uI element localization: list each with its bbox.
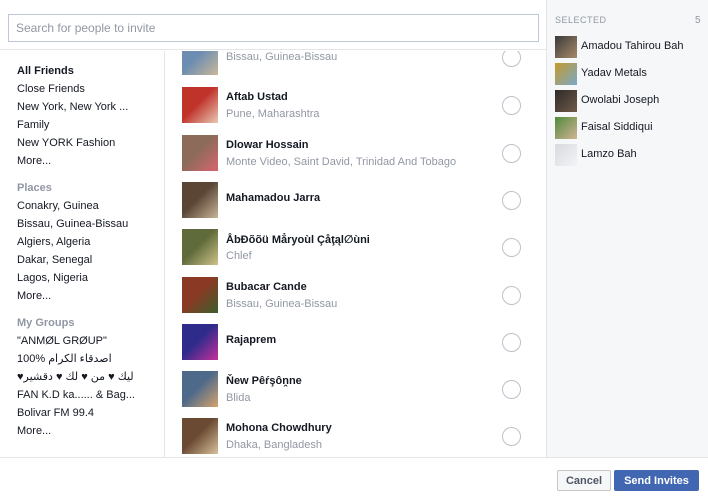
selected-person-name: Owolabi Joseph bbox=[581, 94, 660, 106]
select-circle-checkbox[interactable] bbox=[502, 380, 521, 399]
nav-place-item[interactable]: Dakar, Senegal bbox=[17, 251, 164, 269]
select-circle-checkbox[interactable] bbox=[502, 333, 521, 352]
nav-group-item[interactable]: "ANMØL GRØUP" bbox=[17, 332, 164, 350]
nav-close-friends[interactable]: Close Friends bbox=[17, 80, 164, 98]
friend-location: Monte Video, Saint David, Trinidad And T… bbox=[226, 156, 457, 168]
send-invites-button[interactable]: Send Invites bbox=[614, 470, 699, 491]
selected-person-name: Yadav Metals bbox=[581, 67, 647, 79]
friends-more-link[interactable]: More... bbox=[17, 152, 164, 170]
friend-name: Aftab Ustad bbox=[226, 91, 288, 103]
select-circle-checkbox[interactable] bbox=[502, 191, 521, 210]
select-circle-checkbox[interactable] bbox=[502, 96, 521, 115]
selected-person[interactable]: Faisal Siddiqui bbox=[555, 117, 705, 139]
nav-group-item[interactable]: Bolivar FM 99.4 bbox=[17, 404, 164, 422]
nav-group-item[interactable]: 100% اصدقاء الكرام bbox=[17, 350, 164, 368]
selected-count: 5 bbox=[694, 15, 701, 26]
selected-person[interactable]: Lamzo Bah bbox=[555, 144, 705, 166]
nav-place-item[interactable]: Bissau, Guinea-Bissau bbox=[17, 215, 164, 233]
friend-name: ÅbĐõõü Mẳryoùl Çåţąl∅ùni bbox=[226, 234, 370, 246]
selected-person-photo bbox=[555, 63, 577, 85]
places-more-link[interactable]: More... bbox=[17, 287, 164, 305]
selected-person-name: Faisal Siddiqui bbox=[581, 121, 653, 133]
select-circle-checkbox[interactable] bbox=[502, 286, 521, 305]
friend-filter-sidebar: All Friends Close Friends New York, New … bbox=[0, 51, 165, 457]
friend-location: Bissau, Guinea-Bissau bbox=[226, 51, 338, 63]
friend-row[interactable]: Aftab Ustad Pune, Maharashtra bbox=[166, 87, 546, 134]
selected-person[interactable]: Amadou Tahirou Bah bbox=[555, 36, 705, 58]
selected-panel: SELECTED 5 Amadou Tahirou Bah Yadav Metal… bbox=[546, 0, 708, 457]
friend-row[interactable]: Bissau, Guinea-Bissau bbox=[166, 51, 546, 86]
select-circle-checkbox[interactable] bbox=[502, 238, 521, 257]
groups-heading: My Groups bbox=[17, 317, 75, 329]
nav-group-item[interactable]: ♥ليك ♥ من ♥ لك ♥ دقشير bbox=[17, 368, 164, 386]
select-circle-checkbox[interactable] bbox=[502, 144, 521, 163]
nav-place-item[interactable]: Conakry, Guinea bbox=[17, 197, 164, 215]
friend-location: Blida bbox=[226, 392, 251, 404]
selected-person-photo bbox=[555, 144, 577, 166]
friend-row[interactable]: Rajaprem bbox=[166, 324, 546, 371]
selected-heading: SELECTED 5 bbox=[555, 15, 701, 26]
friend-name: Mahamadou Jarra bbox=[226, 192, 321, 204]
friend-photo bbox=[182, 371, 218, 407]
friends-section: All Friends Close Friends New York, New … bbox=[0, 62, 164, 170]
cancel-button[interactable]: Cancel bbox=[557, 470, 611, 491]
friend-photo bbox=[182, 324, 218, 360]
places-section: Places Conakry, Guinea Bissau, Guinea-Bi… bbox=[0, 179, 164, 305]
friend-row[interactable]: Bubacar Cande Bissau, Guinea-Bissau bbox=[166, 277, 546, 324]
selected-person-name: Amadou Tahirou Bah bbox=[581, 40, 684, 52]
friend-photo bbox=[182, 277, 218, 313]
search-input[interactable] bbox=[8, 14, 539, 42]
friend-list: Bissau, Guinea-Bissau Aftab Ustad Pune, Ma… bbox=[166, 51, 546, 457]
nav-place-item[interactable]: Algiers, Algeria bbox=[17, 233, 164, 251]
places-heading: Places bbox=[17, 182, 52, 194]
nav-family[interactable]: Family bbox=[17, 116, 164, 134]
selected-person-photo bbox=[555, 117, 577, 139]
friend-photo bbox=[182, 182, 218, 218]
friend-name: Rajaprem bbox=[226, 334, 277, 346]
friend-photo bbox=[182, 229, 218, 265]
selected-person-name: Lamzo Bah bbox=[581, 148, 637, 160]
dialog-footer: Cancel Send Invites bbox=[0, 457, 708, 500]
friend-location: Chlef bbox=[226, 250, 252, 262]
friend-photo bbox=[182, 51, 218, 75]
selected-person-photo bbox=[555, 90, 577, 112]
selected-heading-label: SELECTED bbox=[555, 15, 607, 25]
friend-row[interactable]: Dlowar Hossain Monte Video, Saint David, … bbox=[166, 135, 546, 182]
friend-photo bbox=[182, 87, 218, 123]
friend-location: Dhaka, Bangladesh bbox=[226, 439, 323, 451]
search-bar bbox=[0, 0, 546, 50]
selected-person[interactable]: Owolabi Joseph bbox=[555, 90, 705, 112]
friend-location: Pune, Maharashtra bbox=[226, 108, 320, 120]
friend-row[interactable]: ÅbĐõõü Mẳryoùl Çåţąl∅ùni Chlef bbox=[166, 229, 546, 276]
friend-name: Dlowar Hossain bbox=[226, 139, 309, 151]
friend-name: Bubacar Cande bbox=[226, 281, 307, 293]
friend-photo bbox=[182, 418, 218, 454]
select-circle-checkbox[interactable] bbox=[502, 427, 521, 446]
groups-more-link[interactable]: More... bbox=[17, 422, 164, 440]
selected-person-photo bbox=[555, 36, 577, 58]
friend-location: Bissau, Guinea-Bissau bbox=[226, 298, 338, 310]
nav-group-item[interactable]: FAN K.D ka...... & Bag... bbox=[17, 386, 164, 404]
friend-name: Mohona Chowdhury bbox=[226, 422, 332, 434]
nav-new-york-fashion[interactable]: New YORK Fashion bbox=[17, 134, 164, 152]
nav-new-york[interactable]: New York, New York ... bbox=[17, 98, 164, 116]
friend-row[interactable]: Ňew Pêŕşôṋne Blida bbox=[166, 371, 546, 418]
nav-place-item[interactable]: Lagos, Nigeria bbox=[17, 269, 164, 287]
friend-name: Ňew Pêŕşôṋne bbox=[226, 375, 302, 387]
friend-photo bbox=[182, 135, 218, 171]
selected-person[interactable]: Yadav Metals bbox=[555, 63, 705, 85]
friend-row[interactable]: Mohona Chowdhury Dhaka, Bangladesh bbox=[166, 418, 546, 457]
nav-all-friends[interactable]: All Friends bbox=[17, 62, 164, 80]
groups-section: My Groups "ANMØL GRØUP" 100% اصدقاء الكر… bbox=[0, 314, 164, 440]
select-circle-checkbox[interactable] bbox=[502, 51, 521, 67]
friend-row[interactable]: Mahamadou Jarra bbox=[166, 182, 546, 229]
